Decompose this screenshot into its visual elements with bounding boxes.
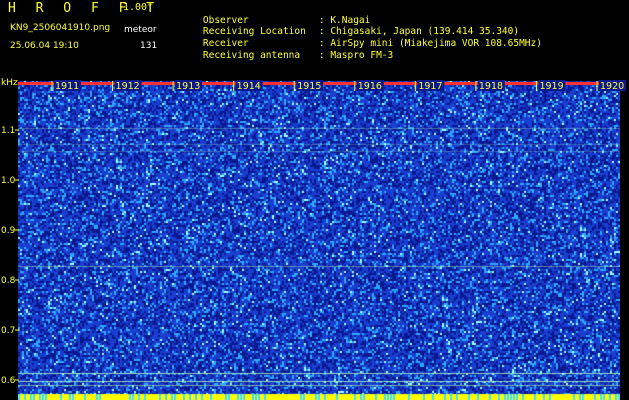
- time-tick-label: 1917: [418, 81, 442, 92]
- time-tick-label: 1913: [176, 81, 200, 92]
- mode-label: meteor: [124, 25, 157, 35]
- header: H R O F F T 1.00f KN9_2506041910.png 25.…: [0, 0, 629, 75]
- filename-label: KN9_2506041910.png: [10, 23, 111, 33]
- count-label: 131: [140, 41, 158, 51]
- time-tick-label: 1915: [297, 81, 321, 92]
- y-tick-label: 0.6: [1, 376, 16, 386]
- time-tick-label: 1914: [237, 81, 261, 92]
- y-unit-label: kHz: [1, 78, 18, 88]
- spectrogram-panel: kHz 1.1 1.0 0.9 0.8 0.7 0.6 1911 1912 1913 1914 191…: [0, 75, 629, 400]
- spectrogram-axes: kHz 1.1 1.0 0.9 0.8 0.7 0.6 1911 1912 1913 1914 191…: [1, 78, 626, 386]
- y-tick-label: 1.1: [1, 126, 15, 136]
- y-tick-label: 1.0: [1, 176, 16, 186]
- time-tick-label: 1919: [539, 81, 563, 92]
- info-antenna: Receiving antenna : Maspro FM-3: [180, 39, 393, 72]
- time-tick-label: 1911: [55, 81, 79, 92]
- info-value: : Maspro FM-3: [318, 50, 394, 61]
- y-tick-label: 0.8: [1, 276, 16, 286]
- time-tick-label: 1912: [116, 81, 140, 92]
- y-tick-label: 0.7: [1, 326, 15, 336]
- time-tick-label: 1918: [479, 81, 503, 92]
- time-tick-label: 1920: [600, 81, 624, 92]
- y-tick-label: 0.9: [1, 226, 16, 236]
- datetime-label: 25.06.04 19:10: [10, 41, 79, 51]
- info-key: Receiving antenna: [202, 50, 301, 61]
- time-tick-label: 1916: [358, 81, 382, 92]
- version-label: 1.00f: [123, 2, 154, 13]
